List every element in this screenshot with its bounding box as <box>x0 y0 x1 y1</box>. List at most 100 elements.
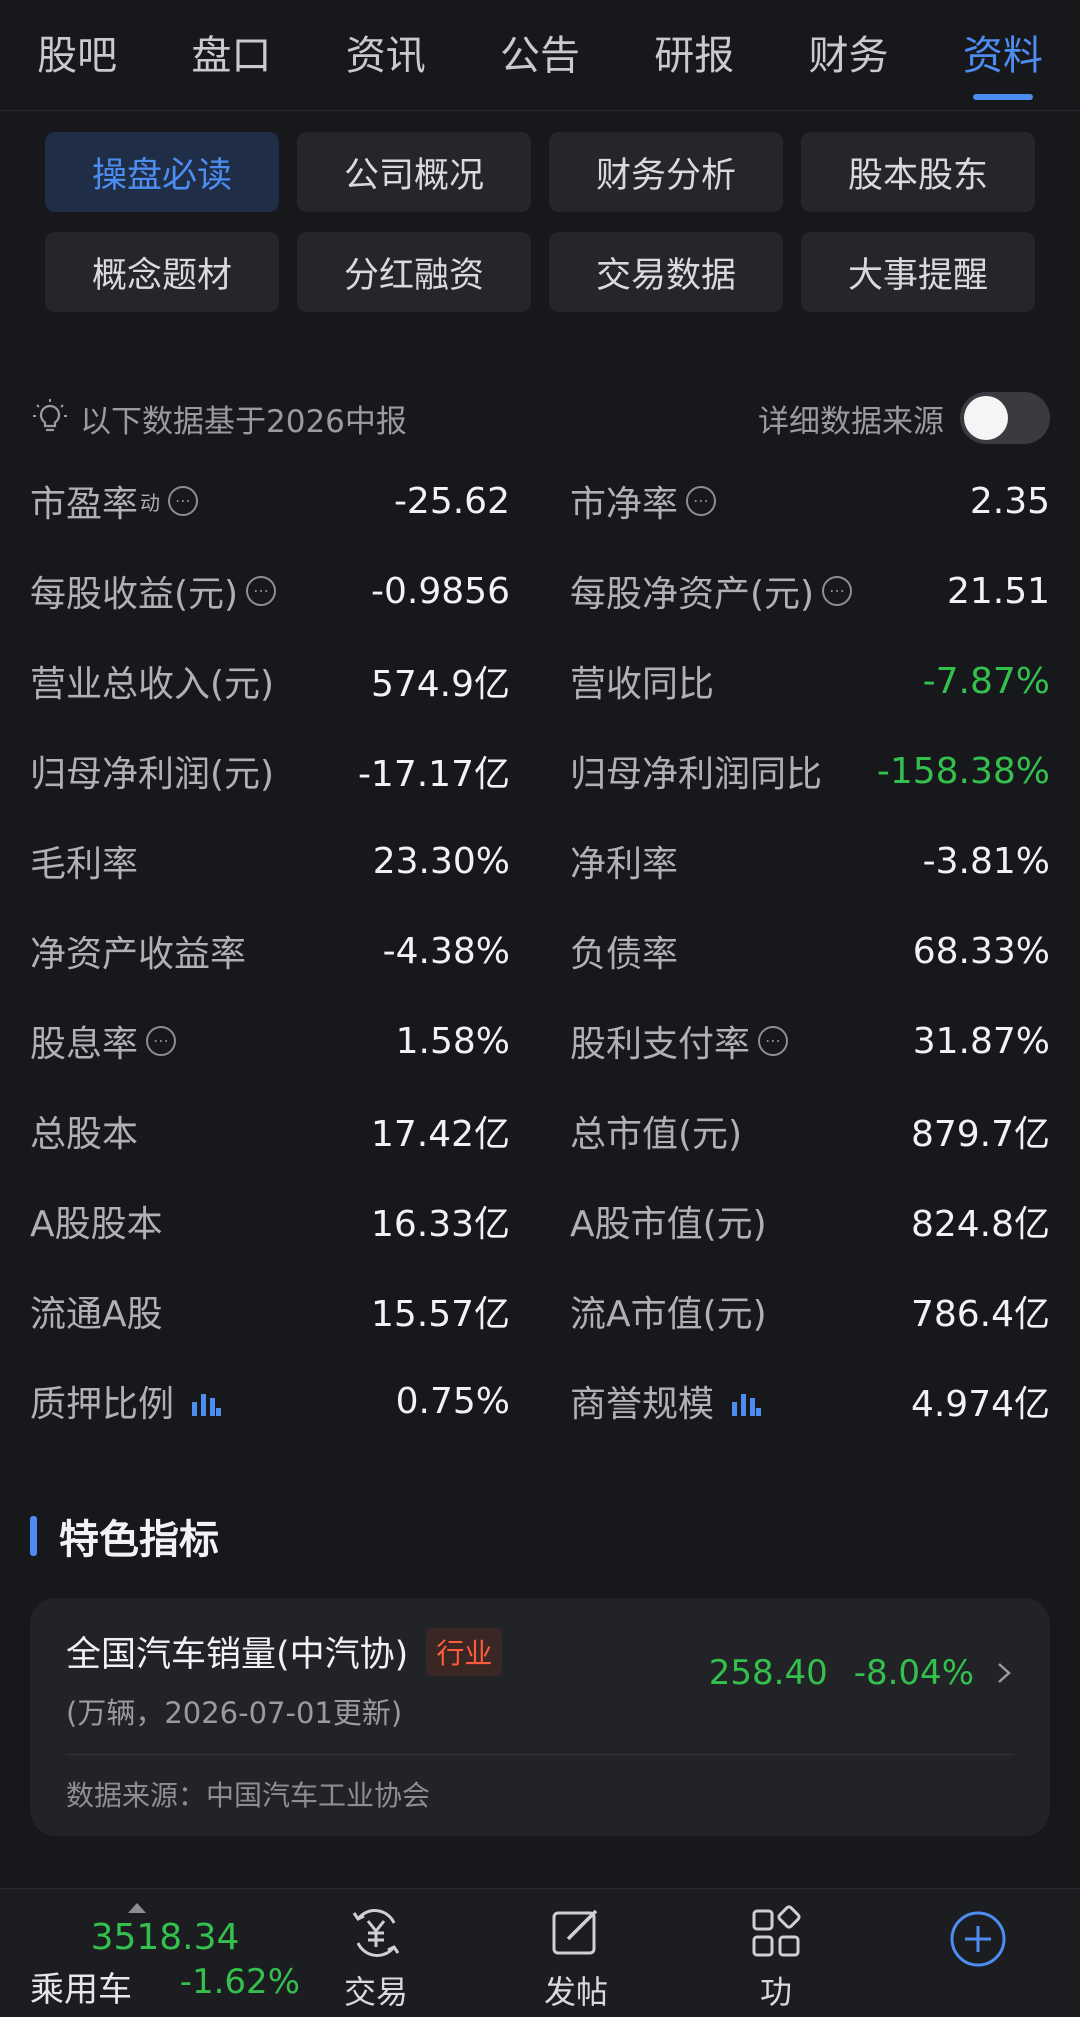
index-ticker[interactable]: 3518.34 乘用车 -1.62% <box>30 1903 300 2011</box>
plus-circle-icon[interactable] <box>948 1909 1008 1969</box>
metric-value: -158.38% <box>876 750 1050 792</box>
nav-function-label: 功 <box>759 1973 792 2011</box>
yen-exchange-icon <box>352 1909 400 1957</box>
section-title-text: 特色指标 <box>59 1517 219 1563</box>
grid-apps-icon <box>752 1905 801 1957</box>
metric-label-text: 流通A股 <box>30 1294 163 1335</box>
basis-text: 以下数据基于2026中报 <box>80 403 407 440</box>
metric-value: 574.9亿 <box>370 664 510 705</box>
tab-guba[interactable]: 股吧 <box>27 0 127 110</box>
more-info-icon[interactable]: ⋯ <box>146 1026 177 1056</box>
data-source-toggle-group: 详细数据来源 <box>758 392 1050 444</box>
caret-up-icon <box>128 1903 146 1913</box>
metric-label: 营收同比 <box>570 655 714 707</box>
chip-gongsi-gaikuang[interactable]: 公司概况 <box>297 132 531 212</box>
metric-cell: 流A市值(元) 786.4亿 <box>570 1285 1050 1337</box>
metric-label-text: 净利率 <box>570 844 679 885</box>
chip-guben-gudong[interactable]: 股本股东 <box>801 132 1035 212</box>
metric-label: 总股本 <box>30 1105 138 1157</box>
data-source-label: 详细数据来源 <box>758 403 944 440</box>
metric-label-text: A股股本 <box>30 1204 163 1245</box>
metric-label: 每股收益(元) ⋯ <box>30 565 277 617</box>
section-accent-bar <box>30 1516 37 1556</box>
metric-label-text: 每股收益(元) <box>30 574 239 615</box>
metrics-grid: 市盈率动 ⋯ -25.62 市净率 ⋯ 2.35 每股收益(元) ⋯ -0.9856 每股净资产(… <box>30 456 1050 1446</box>
tab-zixun[interactable]: 资讯 <box>336 0 436 110</box>
metric-label-text: 市净率 <box>570 484 679 525</box>
metric-label: 市净率 ⋯ <box>570 475 717 527</box>
more-info-icon[interactable]: ⋯ <box>686 486 717 516</box>
metric-label-text: A股市值(元) <box>570 1204 767 1245</box>
metric-label: A股市值(元) <box>570 1195 767 1247</box>
more-info-icon[interactable]: ⋯ <box>168 486 199 516</box>
bottom-bar: 3518.34 乘用车 -1.62% 交易 发帖 功 <box>0 1888 1080 2017</box>
indicator-title-text: 全国汽车销量(中汽协) <box>66 1635 409 1675</box>
metric-cell: 商誉规模 4.974亿 <box>570 1375 1050 1427</box>
index-change: -1.62% <box>179 1962 300 2002</box>
indicator-card[interactable]: 全国汽车销量(中汽协) 行业 (万辆，2026-07-01更新) 258.40 … <box>30 1598 1050 1836</box>
metric-value: 16.33亿 <box>370 1204 510 1245</box>
metric-cell: A股市值(元) 824.8亿 <box>570 1195 1050 1247</box>
metric-label: 净资产收益率 <box>30 925 246 977</box>
indicator-title: 全国汽车销量(中汽协) 行业 <box>66 1626 503 1677</box>
metric-label: 归母净利润同比 <box>570 745 822 797</box>
tab-gonggao[interactable]: 公告 <box>490 0 590 110</box>
chip-jiaoyi-shuju[interactable]: 交易数据 <box>549 232 783 312</box>
metric-value: -4.38% <box>382 930 510 972</box>
tab-yanbao[interactable]: 研报 <box>644 0 744 110</box>
metric-label: 每股净资产(元) ⋯ <box>570 565 853 617</box>
metric-cell: A股股本 16.33亿 <box>30 1195 510 1247</box>
chip-gainian-ticai[interactable]: 概念题材 <box>45 232 279 312</box>
metric-row: 营业总收入(元) 574.9亿 营收同比 -7.87% <box>30 636 1050 726</box>
chip-caopan-bidu[interactable]: 操盘必读 <box>45 132 279 212</box>
metric-label: 股利支付率 ⋯ <box>570 1015 789 1067</box>
metric-cell: 净资产收益率 -4.38% <box>30 925 510 977</box>
metric-value: 879.7亿 <box>910 1114 1050 1155</box>
nav-function-button[interactable]: 功 <box>716 1903 836 2013</box>
section-title: 特色指标 <box>30 1508 219 1564</box>
data-source-toggle[interactable] <box>960 392 1050 444</box>
chip-dashi-tixing[interactable]: 大事提醒 <box>801 232 1035 312</box>
more-info-icon[interactable]: ⋯ <box>246 576 277 606</box>
nav-trade-button[interactable]: 交易 <box>316 1903 436 2013</box>
metric-label-text: 市盈率 <box>30 484 139 525</box>
indicator-value: 258.40 <box>708 1653 828 1693</box>
tab-pankou[interactable]: 盘口 <box>181 0 281 110</box>
metric-label: 负债率 <box>570 925 678 977</box>
more-info-icon[interactable]: ⋯ <box>758 1026 789 1056</box>
metric-label: 质押比例 <box>30 1375 222 1427</box>
tab-caiwu[interactable]: 财务 <box>799 0 899 110</box>
metric-label-text: 股息率 <box>30 1024 139 1065</box>
metric-cell: 流通A股 15.57亿 <box>30 1285 510 1337</box>
lightbulb-icon <box>33 399 67 432</box>
metric-cell: 每股净资产(元) ⋯ 21.51 <box>570 565 1050 617</box>
metric-label-text: 流A市值(元) <box>570 1294 767 1335</box>
metric-value: 31.87% <box>912 1020 1050 1062</box>
metric-value: 824.8亿 <box>910 1204 1050 1245</box>
metric-label-text: 商誉规模 <box>570 1384 715 1425</box>
metric-row: 每股收益(元) ⋯ -0.9856 每股净资产(元) ⋯ 21.51 <box>30 546 1050 636</box>
chip-fenhong-rongzi[interactable]: 分红融资 <box>297 232 531 312</box>
more-info-icon[interactable]: ⋯ <box>822 576 853 606</box>
metric-label-text: 归母净利润(元) <box>30 754 275 795</box>
metric-label: 归母净利润(元) <box>30 745 274 797</box>
metric-value: 23.30% <box>372 840 510 882</box>
metric-label-text: 净资产收益率 <box>30 934 247 975</box>
metric-cell: 每股收益(元) ⋯ -0.9856 <box>30 565 510 617</box>
metric-row: 市盈率动 ⋯ -25.62 市净率 ⋯ 2.35 <box>30 456 1050 546</box>
metric-value: -3.81% <box>922 840 1050 882</box>
metric-value: -25.62 <box>393 480 510 522</box>
metric-cell: 市净率 ⋯ 2.35 <box>570 475 1050 527</box>
metric-cell: 净利率 -3.81% <box>570 835 1050 887</box>
metric-label: A股股本 <box>30 1195 163 1247</box>
tab-ziliao[interactable]: 资料 <box>953 0 1053 110</box>
metric-label-text: 毛利率 <box>30 844 139 885</box>
chip-caiwu-fenxi[interactable]: 财务分析 <box>549 132 783 212</box>
nav-post-button[interactable]: 发帖 <box>516 1903 636 2013</box>
bar-chart-icon[interactable] <box>728 1386 762 1416</box>
index-value: 3518.34 <box>90 1917 240 1958</box>
nav-trade-label: 交易 <box>343 1973 408 2011</box>
nav-post-label: 发帖 <box>543 1973 608 2011</box>
metric-label: 股息率 ⋯ <box>30 1015 177 1067</box>
bar-chart-icon[interactable] <box>188 1386 222 1416</box>
